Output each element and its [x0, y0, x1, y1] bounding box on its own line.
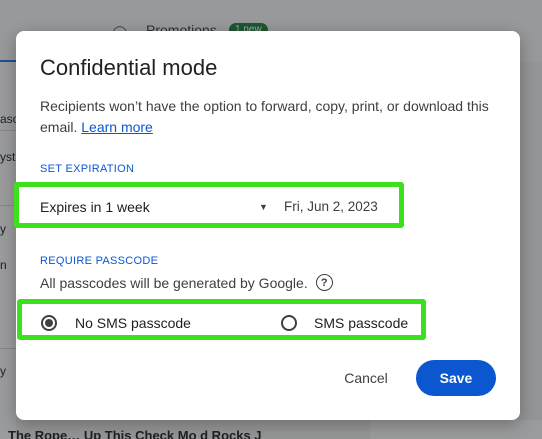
learn-more-link[interactable]: Learn more [81, 119, 153, 135]
radio-label: No SMS passcode [75, 315, 191, 331]
dropdown-arrow-icon: ▼ [259, 202, 268, 212]
dialog-description: Recipients won’t have the option to forw… [40, 96, 490, 138]
radio-label: SMS passcode [314, 315, 409, 331]
passcode-info-text: All passcodes will be generated by Googl… [40, 274, 308, 291]
radio-checked-icon [41, 315, 57, 331]
expiration-select-value: Expires in 1 week [40, 199, 150, 215]
confidential-mode-dialog: Confidential mode Recipients won’t have … [14, 31, 520, 420]
passcode-info: All passcodes will be generated by Googl… [40, 274, 333, 291]
save-button[interactable]: Save [416, 360, 496, 396]
help-icon[interactable]: ? [315, 274, 333, 291]
expiration-select[interactable]: Expires in 1 week ▼ [40, 194, 272, 220]
set-expiration-label: SET EXPIRATION [40, 163, 135, 175]
radio-unchecked-icon [281, 315, 297, 331]
dialog-title: Confidential mode [40, 55, 218, 80]
cancel-button[interactable]: Cancel [334, 361, 398, 395]
expiration-row: Expires in 1 week ▼ Fri, Jun 2, 2023 [40, 194, 390, 220]
expiration-date: Fri, Jun 2, 2023 [284, 199, 378, 214]
require-passcode-label: REQUIRE PASSCODE [40, 255, 159, 267]
radio-no-sms-passcode[interactable]: No SMS passcode [41, 312, 191, 334]
radio-sms-passcode[interactable]: SMS passcode [281, 312, 408, 334]
